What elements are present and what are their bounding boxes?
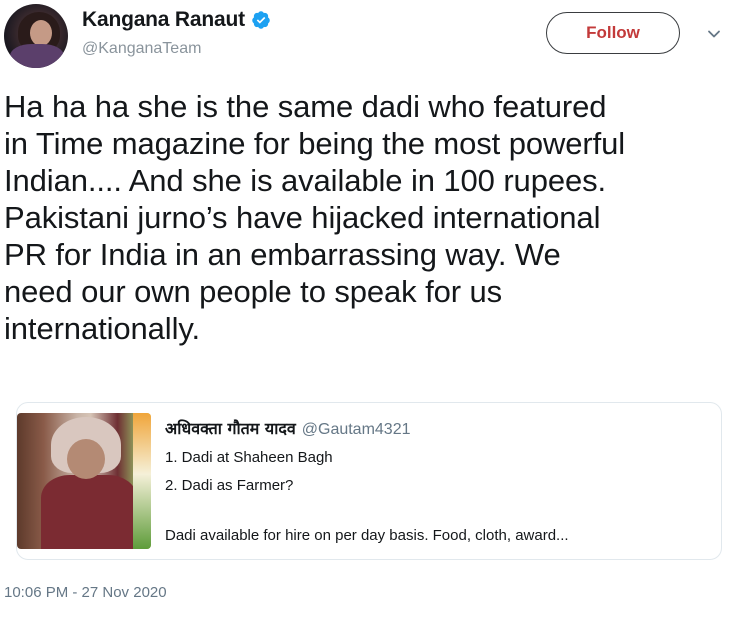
follow-button[interactable]: Follow xyxy=(546,12,680,54)
quoted-author-name: अधिवक्ता गौतम यादव xyxy=(165,419,296,438)
image-figure-body xyxy=(41,475,137,549)
author-avatar[interactable] xyxy=(4,4,68,68)
quoted-tweet-line: Dadi available for hire on per day basis… xyxy=(165,527,569,544)
avatar-dress xyxy=(10,44,64,68)
tweet-text: Ha ha ha she is the same dadi who featur… xyxy=(4,89,626,346)
tweet-timestamp[interactable]: 10:06 PM - 27 Nov 2020 xyxy=(4,584,167,601)
image-figure-face xyxy=(67,439,105,479)
image-flag xyxy=(133,413,151,549)
quoted-author-handle: @Gautam4321 xyxy=(301,421,411,438)
author-display-name[interactable]: Kangana Ranaut xyxy=(82,8,245,32)
quoted-tweet-card[interactable]: अधिवक्ता गौतम यादव @Gautam4321 1. Dadi a… xyxy=(16,402,722,560)
quoted-tweet-line: 1. Dadi at Shaheen Bagh xyxy=(165,449,333,466)
avatar-face xyxy=(30,20,52,46)
chevron-down-icon[interactable] xyxy=(706,26,722,42)
quoted-tweet-image xyxy=(17,413,151,549)
quoted-tweet-header: अधिवक्ता गौतम यादव @Gautam4321 xyxy=(165,417,411,439)
author-name-row: Kangana Ranaut xyxy=(82,8,271,32)
author-handle[interactable]: @KanganaTeam xyxy=(82,40,201,58)
verified-badge-icon xyxy=(251,10,271,30)
quoted-tweet-line: 2. Dadi as Farmer? xyxy=(165,477,294,494)
